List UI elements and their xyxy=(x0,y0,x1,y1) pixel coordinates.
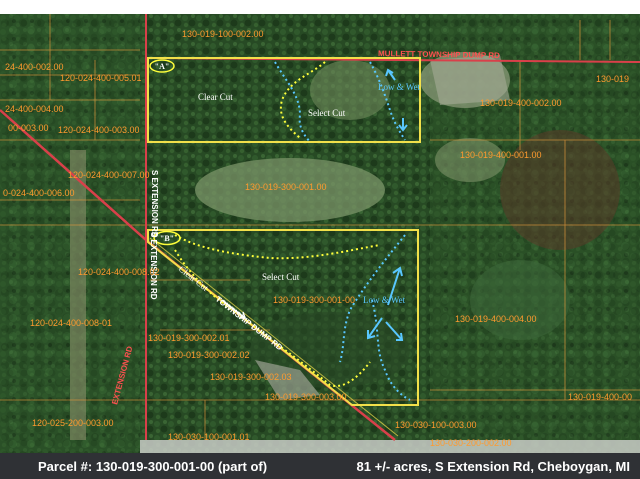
parcel-label: 130-019-300-003.00 xyxy=(265,392,347,402)
aerial-map-figure: "A" "B" Clear Cut Select Cut Low & Wet S… xyxy=(0,0,640,479)
parcel-label: 130-019-400-00 xyxy=(568,392,632,402)
parcel-label: 130-019-100-002.00 xyxy=(182,29,264,39)
parcel-label: 130-019-300-002.03 xyxy=(210,372,292,382)
reddish-area xyxy=(500,130,620,250)
parcel-label: 120-024-400-008.02 xyxy=(78,267,160,277)
clearing-southeast xyxy=(470,260,570,340)
parcel-label: 120-024-400-008-01 xyxy=(30,318,112,328)
parcel-label: 120-024-400-007.00 xyxy=(68,170,150,180)
parcel-label: 0-024-400-006.00 xyxy=(3,188,75,198)
parcel-label: 130-019-300-002.01 xyxy=(148,333,230,343)
parcel-label: 120-024-400-005.01 xyxy=(60,73,142,83)
parcel-label: 130-019-300-002.02 xyxy=(168,350,250,360)
road-label-extension-mid: S EXTENSION RD xyxy=(149,232,158,300)
clearing-east xyxy=(435,138,505,182)
road-label-extension-north: S EXTENSION RD xyxy=(150,170,159,238)
top-border-strip xyxy=(0,0,640,14)
parcel-label: 130-019-300-001-00 xyxy=(273,295,355,305)
caption-parcel-number: Parcel #: 130-019-300-001-00 (part of) xyxy=(38,458,268,474)
zone-low-wet-b: Low & Wet xyxy=(363,295,406,305)
parcel-label: 130-019-300-001.00 xyxy=(245,182,327,192)
caption-bar: Parcel #: 130-019-300-001-00 (part of) 8… xyxy=(0,453,640,479)
zone-select-cut-a: Select Cut xyxy=(308,108,346,118)
zone-select-cut-b: Select Cut xyxy=(262,272,300,282)
zone-clear-cut-a: Clear Cut xyxy=(198,92,233,102)
parcel-label: 130-019 xyxy=(596,74,629,84)
parcel-label: 120-024-400-003.00 xyxy=(58,125,140,135)
parcel-label: 24-400-002.00 xyxy=(5,62,64,72)
marker-b-label: "B" xyxy=(160,234,174,243)
parcel-label: 130-030-100-001.01 xyxy=(168,432,250,442)
caption-acreage-location: 81 +/- acres, S Extension Rd, Cheboygan,… xyxy=(356,458,630,474)
parcel-label: 130-019-400-004.00 xyxy=(455,314,537,324)
marker-a-label: "A" xyxy=(155,62,170,71)
parcel-label: 130-030-200-002.00 xyxy=(430,438,512,448)
zone-low-wet-a: Low & Wet xyxy=(378,82,421,92)
parcel-label: 130-019-400-001.00 xyxy=(460,150,542,160)
aerial-map: "A" "B" Clear Cut Select Cut Low & Wet S… xyxy=(0,0,640,453)
parcel-label: 130-030-100-003.00 xyxy=(395,420,477,430)
parcel-label: 24-400-004.00 xyxy=(5,104,64,114)
parcel-label: 120-025-200-003.00 xyxy=(32,418,114,428)
parcel-label: 00-003.00 xyxy=(8,123,49,133)
parcel-label: 130-019-400-002.00 xyxy=(480,98,562,108)
